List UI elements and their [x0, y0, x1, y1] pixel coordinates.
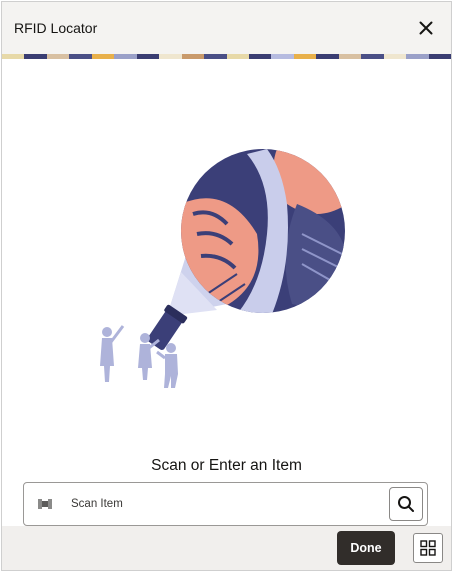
- barcode-scan-icon: [38, 496, 56, 512]
- close-icon: [419, 21, 433, 35]
- dialog-body: Scan or Enter an Item: [2, 59, 451, 529]
- flashlight-search-illustration: [100, 149, 345, 388]
- dialog-footer: Done: [2, 526, 451, 570]
- done-button[interactable]: Done: [337, 531, 395, 565]
- scan-prompt-text: Scan or Enter an Item: [151, 457, 302, 474]
- dialog-title: RFID Locator: [14, 20, 98, 36]
- search-icon: [398, 496, 414, 512]
- rfid-locator-dialog: RFID Locator Scan or Enter an Item Scan …: [1, 1, 452, 571]
- scan-item-input[interactable]: [69, 482, 389, 526]
- scan-item-field: [23, 482, 428, 526]
- close-button[interactable]: [413, 15, 439, 41]
- dialog-header: RFID Locator: [2, 2, 451, 54]
- grid-icon: [420, 540, 436, 556]
- search-button[interactable]: [389, 487, 423, 521]
- apps-grid-button[interactable]: [413, 533, 443, 563]
